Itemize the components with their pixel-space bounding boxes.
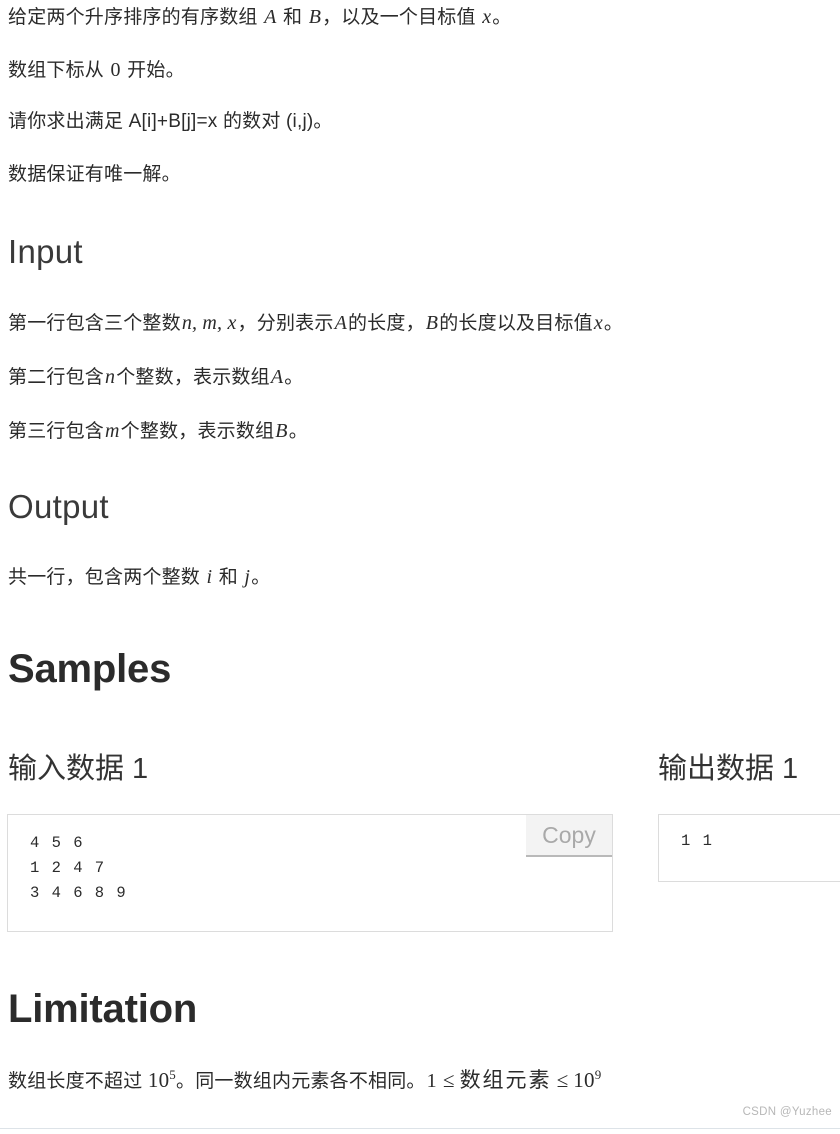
output-text: 共一行，包含两个整数 — [8, 567, 206, 588]
sample-input-codeblock: 4 5 6 1 2 4 7 3 4 6 8 9 Copy — [7, 814, 613, 932]
input-text: 个整数，表示数组 — [116, 367, 270, 388]
statement-text: 和 — [277, 7, 308, 28]
input-text: 。 — [284, 367, 304, 388]
math-power-ten-five: 105 — [148, 1068, 176, 1092]
input-text: 第一行包含三个整数 — [8, 313, 181, 334]
footer-divider — [0, 1128, 840, 1129]
sample-input-title: 输入数据 1 — [8, 753, 149, 785]
watermark-label: CSDN @Yuzhee — [742, 1106, 832, 1118]
math-var-b: B — [308, 6, 322, 28]
sample-input-code-text: 4 5 6 1 2 4 7 3 4 6 8 9 — [30, 834, 128, 902]
input-text: 个整数，表示数组 — [120, 421, 275, 442]
input-text: 。 — [288, 421, 308, 442]
input-paragraph-2: 第二行包含n个整数，表示数组A。 — [8, 362, 303, 393]
statement-text: ，以及一个目标值 — [322, 7, 482, 28]
input-text: ，分别表示 — [237, 313, 334, 334]
statement-paragraph-3: 请你求出满足 A[i]+B[j]=x 的数对 (i,j)。 — [8, 111, 333, 132]
input-paragraph-3: 第三行包含m个整数，表示数组B。 — [8, 416, 308, 447]
statement-text: 。 — [492, 7, 512, 28]
statement-paragraph-2: 数组下标从 0 开始。 — [8, 55, 185, 86]
input-text: 。 — [603, 313, 624, 334]
output-text: 。 — [251, 567, 271, 588]
math-num-one: 1 — [426, 1070, 437, 1092]
math-var-b: B — [275, 420, 288, 442]
statement-paragraph-4: 数据保证有唯一解。 — [8, 164, 181, 185]
math-le-icon: ≤ — [442, 1068, 455, 1092]
input-text: 的长度以及目标值 — [439, 313, 593, 334]
sample-output-codeblock: 1 1 — [658, 814, 840, 882]
math-var-a: A — [270, 366, 284, 388]
input-paragraph-1: 第一行包含三个整数n, m, x，分别表示A的长度，B的长度以及目标值x。 — [8, 308, 623, 339]
section-heading-limitation: Limitation — [8, 987, 198, 1031]
statement-text: 数组下标从 — [8, 60, 110, 81]
problem-statement-page: 给定两个升序排序的有序数组 A 和 B，以及一个目标值 x。 数组下标从 0 开… — [0, 0, 840, 1134]
math-var-x: x — [482, 6, 492, 28]
section-heading-output: Output — [8, 488, 109, 525]
math-text-element: 数组元素 — [459, 1068, 552, 1092]
math-var-n: n — [105, 366, 116, 388]
statement-text: 开始。 — [121, 60, 185, 81]
input-text: 第三行包含 — [8, 421, 105, 442]
math-vars-nmx: n, m, x — [181, 312, 237, 334]
limitation-text: 。同一数组内元素各不相同。 — [176, 1071, 426, 1092]
math-power-ten-nine: 109 — [573, 1068, 601, 1092]
math-var-m: m — [105, 420, 120, 442]
sample-output-code-text: 1 1 — [681, 832, 714, 850]
statement-text: 给定两个升序排序的有序数组 — [8, 7, 264, 28]
math-base: 10 — [573, 1068, 595, 1092]
input-text: 第二行包含 — [8, 367, 105, 388]
copy-button[interactable]: Copy — [526, 815, 612, 857]
math-var-x: x — [593, 312, 603, 334]
math-exponent: 9 — [594, 1067, 602, 1082]
sample-output-title: 输出数据 1 — [658, 753, 799, 785]
limitation-text: 数组长度不超过 — [8, 1071, 148, 1092]
limitation-paragraph-1: 数组长度不超过 105。同一数组内元素各不相同。1 ≤ 数组元素 ≤109 — [8, 1065, 601, 1097]
math-exponent: 5 — [169, 1067, 177, 1082]
math-num-zero: 0 — [110, 59, 121, 81]
output-paragraph-1: 共一行，包含两个整数 i 和 j。 — [8, 562, 270, 593]
input-text: 的长度， — [347, 313, 425, 334]
statement-paragraph-1: 给定两个升序排序的有序数组 A 和 B，以及一个目标值 x。 — [8, 2, 511, 33]
math-var-a: A — [264, 6, 277, 28]
math-le-icon: ≤ — [556, 1068, 569, 1092]
math-var-a: A — [334, 312, 347, 334]
section-heading-input: Input — [8, 233, 83, 270]
output-text: 和 — [213, 567, 244, 588]
math-var-b: B — [425, 312, 439, 334]
math-base: 10 — [147, 1068, 170, 1092]
section-heading-samples: Samples — [8, 647, 172, 691]
